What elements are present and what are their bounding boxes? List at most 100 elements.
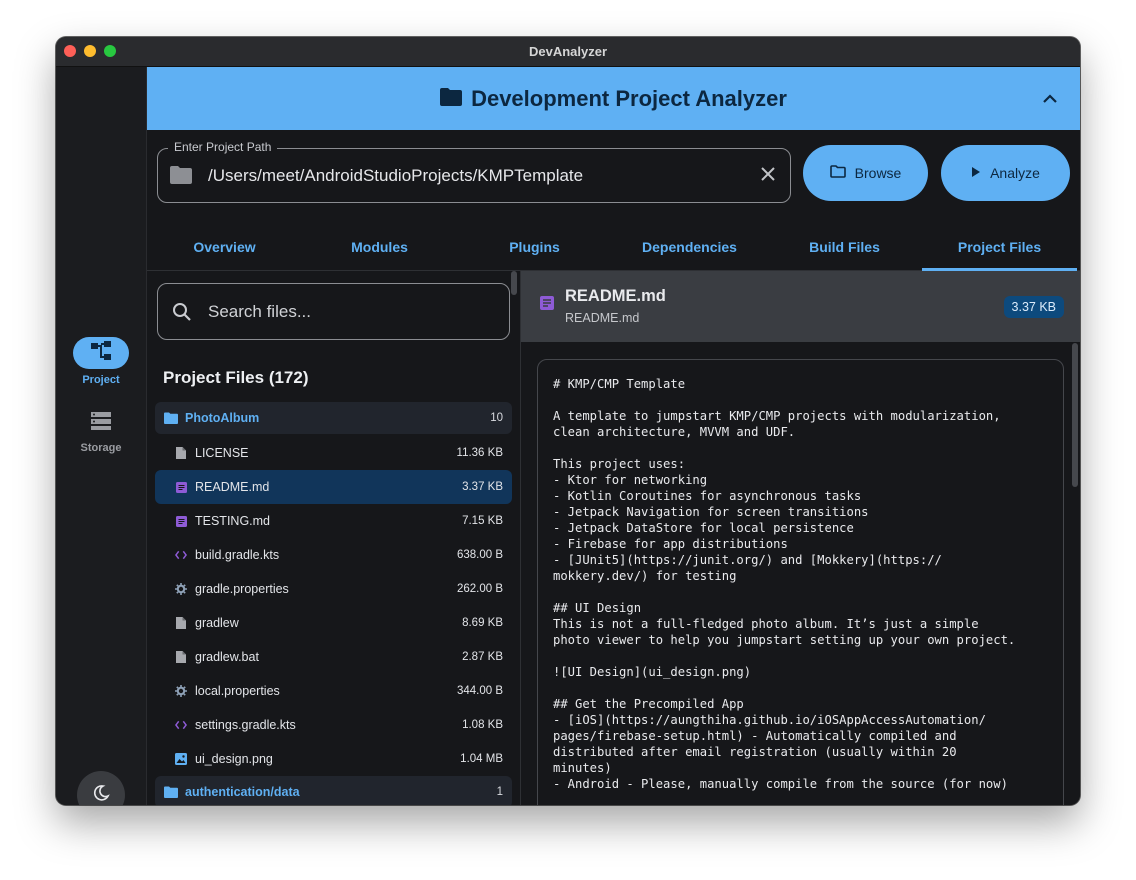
file-name: PhotoAlbum <box>185 411 260 425</box>
file-row[interactable]: gradlew.bat 2.87 KB <box>155 640 512 674</box>
minimize-window-button[interactable] <box>84 45 96 57</box>
storage-icon <box>90 411 112 436</box>
app-header: Development Project Analyzer <box>147 67 1080 130</box>
file-row[interactable]: build.gradle.kts 638.00 B <box>155 538 512 572</box>
markdown-icon <box>175 481 187 493</box>
folder-outline-icon <box>829 165 846 181</box>
file-size: 7.15 KB <box>462 515 503 527</box>
browse-button-label: Browse <box>854 165 902 181</box>
file-name: TESTING.md <box>195 514 271 528</box>
file-row[interactable]: settings.gradle.kts 1.08 KB <box>155 708 512 742</box>
sidebar-item-project[interactable]: Project <box>56 337 146 386</box>
preview-header: README.md README.md 3.37 KB <box>521 271 1080 342</box>
theme-toggle-button[interactable] <box>77 771 125 805</box>
file-size: 638.00 B <box>456 549 503 561</box>
play-icon <box>971 165 981 181</box>
file-row[interactable]: LICENSE 11.36 KB <box>155 436 512 470</box>
sidebar: Project Storage <box>56 67 147 805</box>
file-size-badge: 3.37 KB <box>1003 296 1064 318</box>
tab-overview[interactable]: Overview <box>147 224 302 270</box>
analyze-button[interactable]: Analyze <box>941 145 1070 201</box>
folder-count: 1 <box>496 786 503 798</box>
window-title: DevAnalyzer <box>528 44 608 59</box>
file-browser-panel: Project Files (172) PhotoAlbum 10 LICENSE 1… <box>147 271 520 805</box>
code-icon <box>175 719 187 731</box>
collapse-header-button[interactable] <box>1040 89 1060 109</box>
file-size: 262.00 B <box>456 583 503 595</box>
file-row[interactable]: gradle.properties 262.00 B <box>155 572 512 606</box>
code-icon <box>175 549 187 561</box>
file-name: LICENSE <box>195 446 249 460</box>
tab-project-files[interactable]: Project Files <box>922 224 1077 271</box>
file-size: 1.04 MB <box>460 753 503 765</box>
file-name: README.md <box>195 480 270 494</box>
analyze-button-label: Analyze <box>990 165 1040 181</box>
page-title: Development Project Analyzer <box>471 85 787 111</box>
file-list: PhotoAlbum 10 LICENSE 11.36 KB README.md 3.37… <box>155 402 512 805</box>
file-icon <box>175 617 187 629</box>
file-size: 344.00 B <box>456 685 503 697</box>
search-field[interactable] <box>157 283 510 340</box>
file-size: 8.69 KB <box>462 617 503 629</box>
file-row[interactable]: TESTING.md 7.15 KB <box>155 504 512 538</box>
search-icon <box>172 302 192 327</box>
file-name: build.gradle.kts <box>195 548 280 562</box>
file-name: authentication/data <box>185 785 300 799</box>
file-content-viewer[interactable]: # KMP/CMP Template A template to jumpsta… <box>537 359 1064 805</box>
file-name: local.properties <box>195 684 280 698</box>
file-name: gradle.properties <box>195 582 289 596</box>
file-name: settings.gradle.kts <box>195 718 296 732</box>
file-row[interactable]: gradlew 8.69 KB <box>155 606 512 640</box>
file-size: 2.87 KB <box>462 651 503 663</box>
file-name: gradlew.bat <box>195 650 259 664</box>
gear-icon <box>175 685 187 697</box>
sidebar-item-project-pill <box>73 337 129 369</box>
sidebar-item-storage[interactable]: Storage <box>56 408 146 454</box>
folder-icon <box>164 412 178 424</box>
markdown-icon <box>175 515 187 527</box>
zoom-window-button[interactable] <box>104 45 116 57</box>
tab-plugins[interactable]: Plugins <box>457 224 612 270</box>
folder-row[interactable]: PhotoAlbum 10 <box>155 402 512 434</box>
tab-bar: Overview Modules Plugins Dependencies Bu… <box>147 224 1080 271</box>
file-name: ui_design.png <box>195 752 273 766</box>
tab-build-files[interactable]: Build Files <box>767 224 922 270</box>
folder-icon <box>164 786 178 798</box>
clear-path-button[interactable] <box>760 166 776 187</box>
project-path-input[interactable]: /Users/meet/AndroidStudioProjects/KMPTem… <box>208 166 583 186</box>
project-tree-icon <box>90 340 112 366</box>
sidebar-item-label: Storage <box>80 442 122 454</box>
file-preview-panel: README.md README.md 3.37 KB # KMP/CMP Te… <box>521 271 1080 805</box>
tab-modules[interactable]: Modules <box>302 224 457 270</box>
file-size: 11.36 KB <box>456 447 503 459</box>
file-row[interactable]: local.properties 344.00 B <box>155 674 512 708</box>
file-list-heading: Project Files (172) <box>163 368 309 387</box>
sidebar-item-label: Project <box>82 374 120 386</box>
file-icon <box>175 651 187 663</box>
folder-row[interactable]: authentication/data 1 <box>155 776 512 805</box>
markdown-icon <box>539 295 555 316</box>
tab-dependencies[interactable]: Dependencies <box>612 224 767 270</box>
sidebar-item-storage-pill <box>73 408 129 438</box>
preview-file-name: README.md <box>565 287 666 305</box>
file-content-text: # KMP/CMP Template A template to jumpsta… <box>553 377 1016 791</box>
close-window-button[interactable] <box>64 45 76 57</box>
gear-icon <box>175 583 187 595</box>
preview-file-path: README.md <box>565 311 640 325</box>
main-area: Development Project Analyzer Enter Proje… <box>147 67 1080 805</box>
browse-button[interactable]: Browse <box>803 145 928 201</box>
file-size: 3.37 KB <box>462 481 503 493</box>
project-path-field[interactable]: Enter Project Path /Users/meet/AndroidSt… <box>157 140 791 203</box>
search-input[interactable] <box>208 302 488 322</box>
preview-scrollbar[interactable] <box>1072 343 1078 487</box>
chevron-up-icon <box>1043 90 1057 108</box>
window-controls <box>64 45 116 57</box>
file-list-scrollbar[interactable] <box>511 271 517 295</box>
folder-icon <box>440 86 463 112</box>
file-size: 1.08 KB <box>462 719 503 731</box>
folder-count: 10 <box>490 412 503 424</box>
file-row[interactable]: ui_design.png 1.04 MB <box>155 742 512 776</box>
file-icon <box>175 447 187 459</box>
file-row[interactable]: README.md 3.37 KB <box>155 470 512 504</box>
file-name: gradlew <box>195 616 239 630</box>
